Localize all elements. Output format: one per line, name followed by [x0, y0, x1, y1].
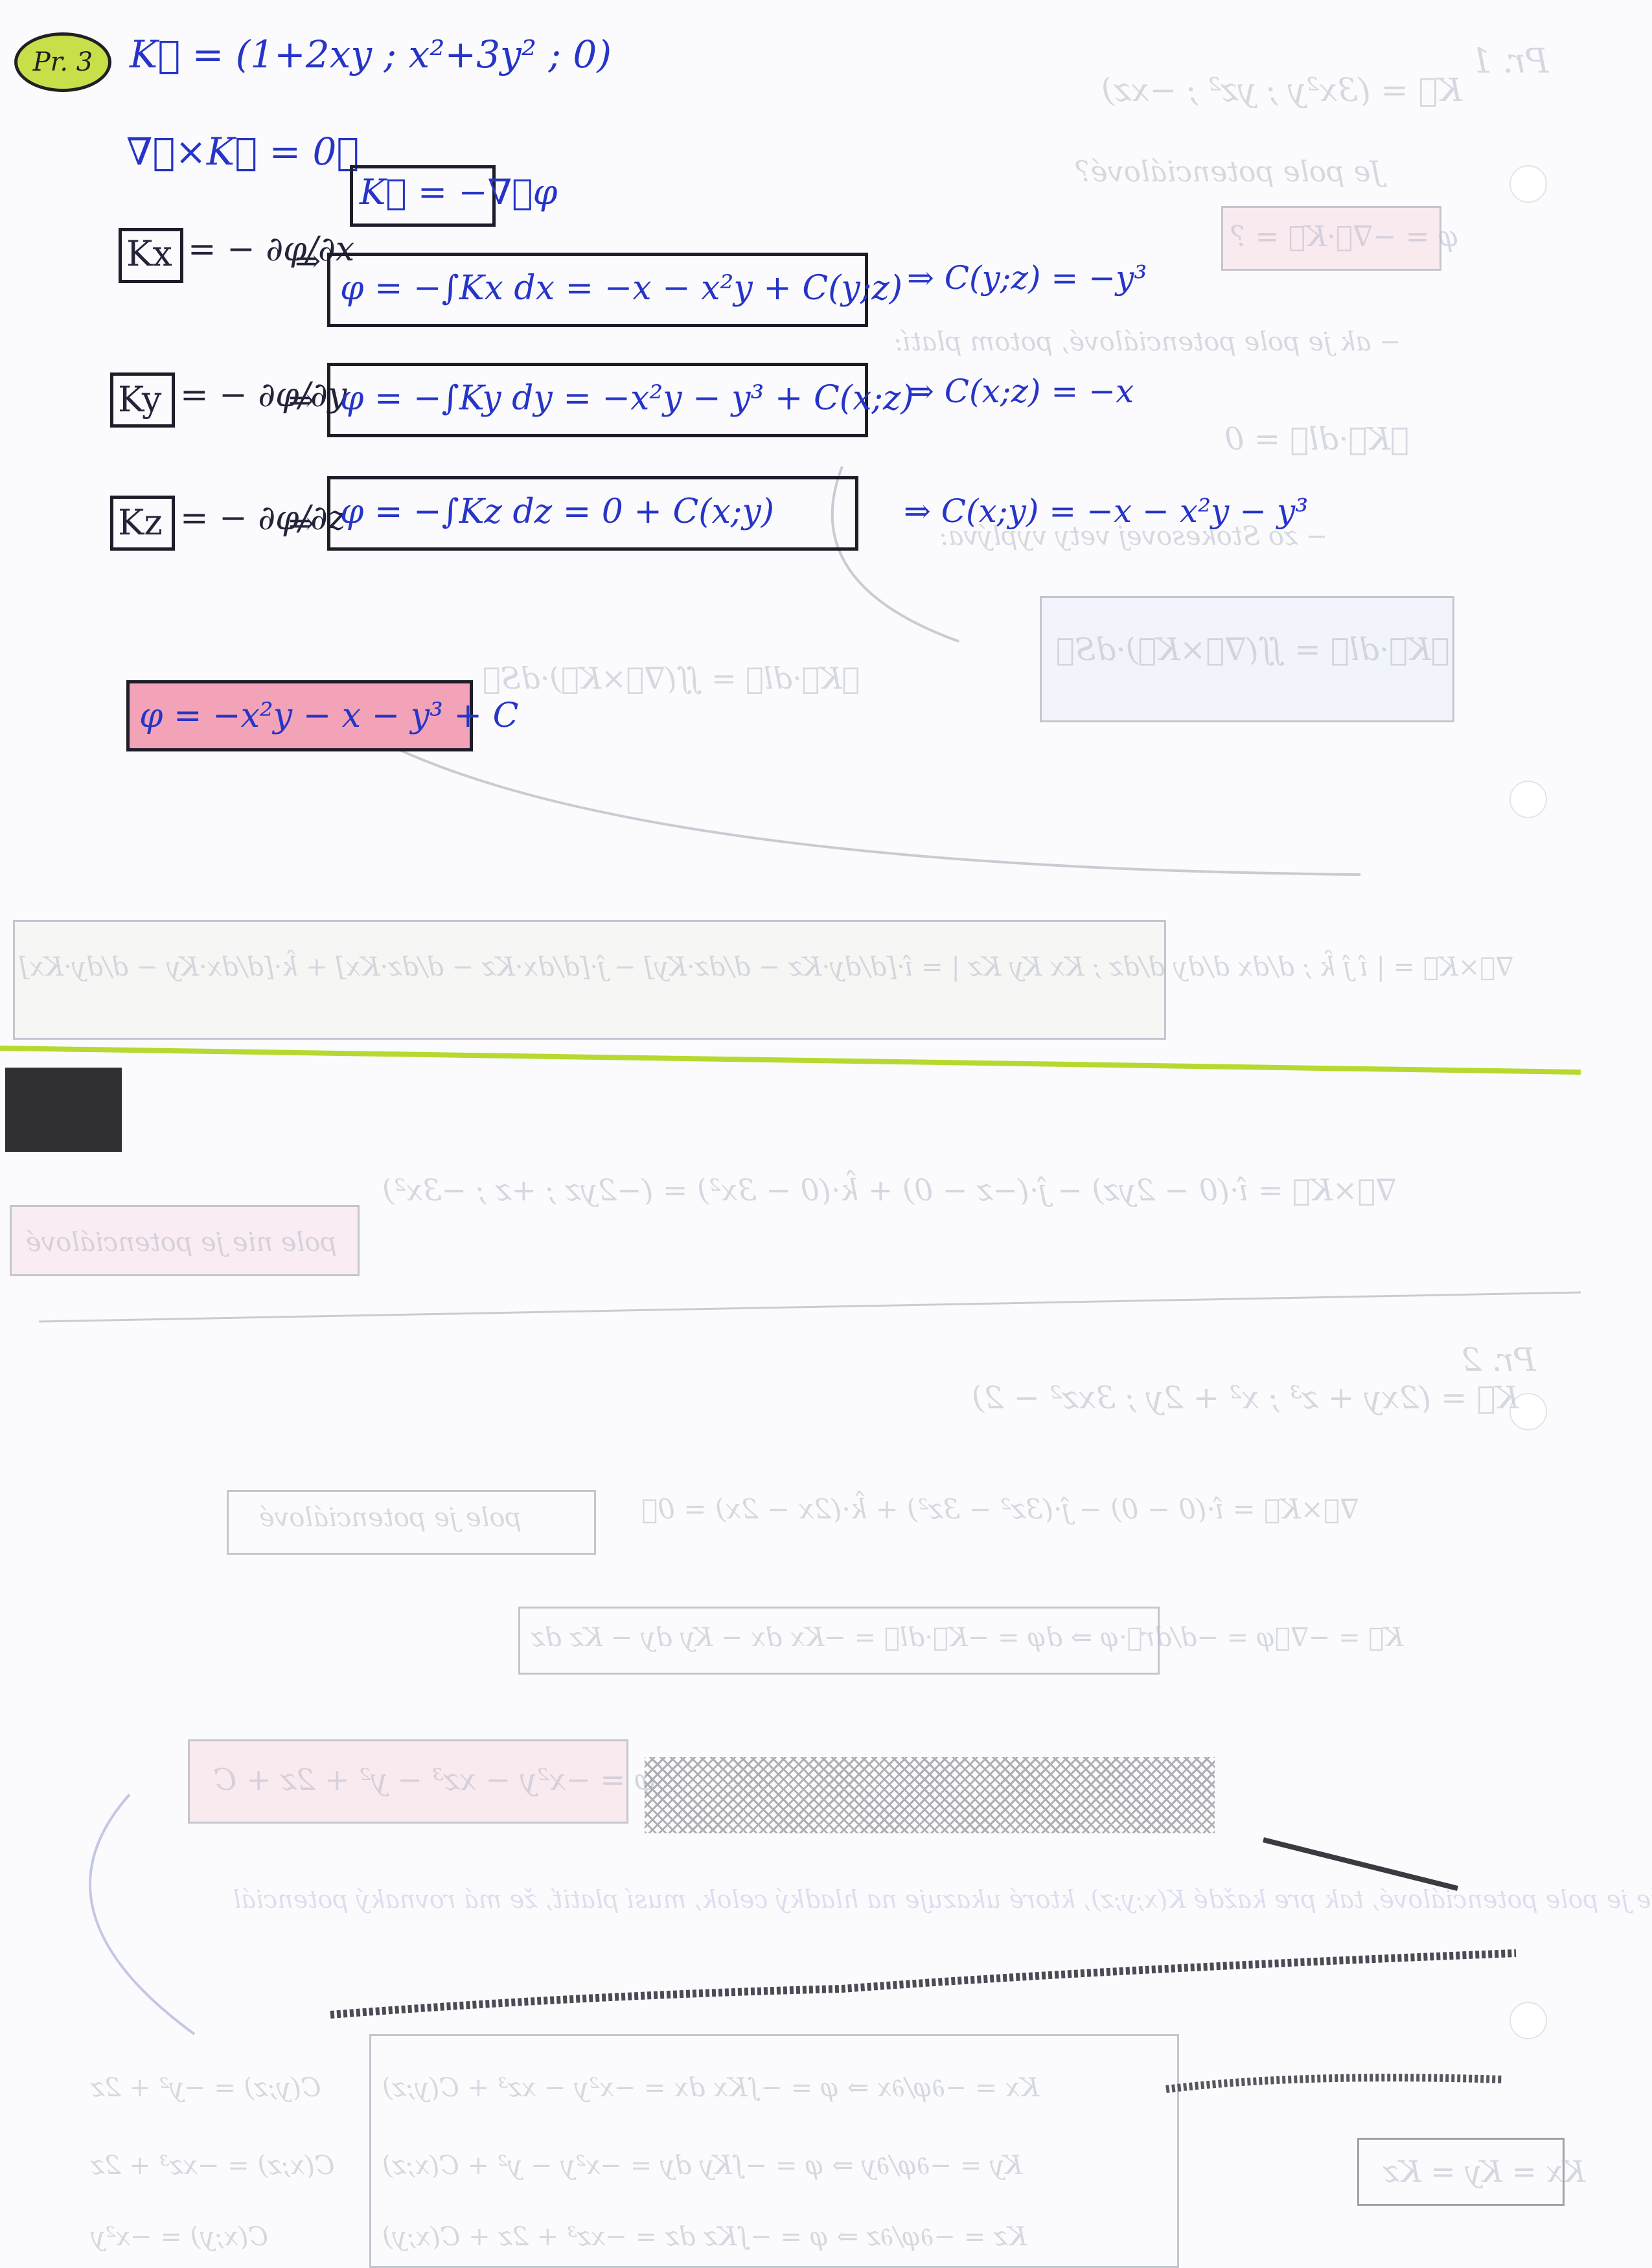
curl-zero: ∇⃗×K⃗ = 0⃗ — [126, 130, 360, 174]
arrow-y: ⇒ — [288, 382, 315, 418]
problem-tag: Pr. 3 — [14, 32, 111, 92]
arrow-x: ⇒ — [295, 243, 321, 279]
ghost-arrow-2 — [388, 744, 1361, 876]
integral-z: φ = −∫Kz dz = 0 + C(x;y) — [340, 492, 775, 531]
integral-x: φ = −∫Kx dx = −x − x²y + C(y;z) — [340, 269, 903, 308]
scribble-line-3 — [1165, 2074, 1504, 2093]
scribble-line-1 — [330, 1949, 1517, 2019]
result-y: ⇒ C(x;z) = −x — [907, 372, 1134, 410]
derivative-z: = − ∂φ/∂z — [180, 499, 346, 538]
field-definition: K⃗ = (1+2xy ; x²+3y² ; 0) — [130, 32, 612, 76]
final-potential: φ = −x²y − x − y³ + C — [139, 696, 519, 735]
divider-grey — [38, 1291, 1581, 1323]
divider-green — [0, 1046, 1581, 1075]
result-z: ⇒ C(x;y) = −x − x²y − y³ — [904, 492, 1309, 530]
scribble-line-2 — [1263, 1837, 1458, 1891]
ink-overlay — [0, 466, 1581, 2093]
derivative-y: = − ∂φ/∂y — [180, 376, 347, 415]
component-z: Kz — [118, 502, 163, 543]
ghost-arrow-3 — [89, 1793, 196, 2035]
potential-definition: K⃗ = −∇⃗φ — [360, 172, 558, 212]
result-x: ⇒ C(y;z) = −y³ — [907, 259, 1147, 297]
arrow-z: ⇒ — [288, 505, 315, 542]
notebook-page: Pr. 1 K⃗ = (3x²y ; yz² ; −xz) Je pole po… — [0, 0, 1652, 2268]
black-scribble — [5, 1068, 122, 1152]
integral-y: φ = −∫Ky dy = −x²y − y³ + C(x;z) — [340, 379, 914, 418]
component-x: Kx — [126, 233, 172, 274]
problem-tag-label: Pr. 3 — [32, 47, 93, 77]
component-y: Ky — [118, 379, 162, 420]
